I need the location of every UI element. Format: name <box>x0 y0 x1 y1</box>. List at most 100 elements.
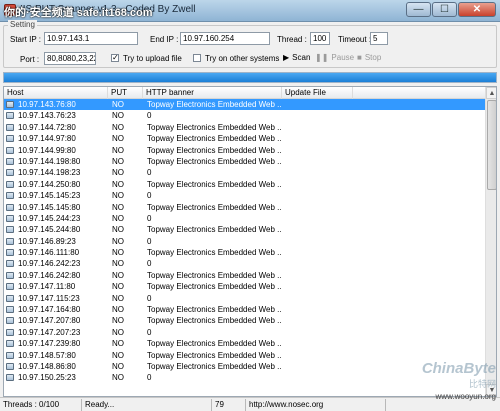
results-table[interactable]: Host PUT HTTP banner Update File 10.97.1… <box>3 86 497 397</box>
table-header: Host PUT HTTP banner Update File <box>4 87 485 99</box>
thread-input[interactable]: 100 <box>310 32 330 45</box>
table-row[interactable]: 10.97.144.99:80 NO Topway Electronics Embe… <box>4 145 485 156</box>
table-row[interactable]: 10.97.145.244:80 NO Topway Electronics Emb… <box>4 224 485 235</box>
host-icon <box>6 214 14 222</box>
cell-host: 10.97.145.145:80 <box>18 202 81 212</box>
upload-label[interactable]: Try to upload file <box>123 54 182 63</box>
window-client: Setting Start IP : 10.97.143.1 End IP : … <box>0 20 500 411</box>
port-input[interactable]: 80,8080,23,22 <box>44 52 96 65</box>
scrollbar-thumb[interactable] <box>487 100 496 190</box>
cell-http-banner: 0 <box>147 373 152 383</box>
cell-http-banner: 0 <box>147 111 152 121</box>
cell-host: 10.97.146.89:23 <box>18 236 76 246</box>
progress-fill <box>4 73 496 82</box>
vertical-scrollbar[interactable]: ▲ ▼ <box>485 87 496 396</box>
host-icon <box>6 203 14 211</box>
cell-host: 10.97.147.164:80 <box>18 305 81 315</box>
table-row[interactable]: 10.97.147.115:23 NO 0 <box>4 293 485 304</box>
cell-http-banner: Topway Electronics Embedded Web ... <box>147 350 281 360</box>
table-row[interactable]: 10.97.144.198:23 NO 0 <box>4 167 485 178</box>
table-row[interactable]: 10.97.146.242:23 NO 0 <box>4 258 485 269</box>
table-row[interactable]: 10.97.146.242:80 NO Topway Electronics Emb… <box>4 270 485 281</box>
start-ip-input[interactable]: 10.97.143.1 <box>44 32 138 45</box>
start-ip-label: Start IP : <box>10 35 41 44</box>
minimize-button[interactable]: — <box>406 2 431 17</box>
table-row[interactable]: 10.97.146.89:23 NO 0 <box>4 236 485 247</box>
table-row[interactable]: 10.97.147.164:80 NO Topway Electronics Emb… <box>4 304 485 315</box>
cell-host: 10.97.143.76:80 <box>18 100 76 109</box>
header-host[interactable]: Host <box>4 87 108 99</box>
stop-button[interactable]: ■ Stop <box>357 53 381 62</box>
table-row[interactable]: 10.97.145.145:23 NO 0 <box>4 190 485 201</box>
cell-http-banner: 0 <box>147 259 152 269</box>
cell-put: NO <box>112 202 124 212</box>
host-icon <box>6 135 14 143</box>
header-update-file[interactable]: Update File <box>282 87 353 99</box>
cell-put: NO <box>112 156 124 166</box>
status-url[interactable]: http://www.nosec.org <box>246 399 386 411</box>
cell-update-file <box>286 213 352 224</box>
cell-update-file <box>286 304 352 315</box>
table-row[interactable]: 10.97.144.250:80 NO Topway Electronics Emb… <box>4 179 485 190</box>
cell-put: NO <box>112 191 124 201</box>
other-systems-checkbox[interactable] <box>193 54 201 62</box>
table-row[interactable]: 10.97.147.239:80 NO Topway Electronics Emb… <box>4 338 485 349</box>
cell-put: NO <box>112 111 124 121</box>
table-row[interactable]: 10.97.148.86:80 NO Topway Electronics Embe… <box>4 361 485 372</box>
table-row[interactable]: 10.97.144.198:80 NO Topway Electronics Emb… <box>4 156 485 167</box>
table-row[interactable]: 10.97.147.207:23 NO 0 <box>4 327 485 338</box>
title-bar[interactable]: IIS PUT Scanner v1.3 - Coded By Zwell 你的… <box>0 0 500 22</box>
other-systems-label[interactable]: Try on other systems <box>205 54 279 63</box>
table-row[interactable]: 10.97.145.244:23 NO 0 <box>4 213 485 224</box>
table-row[interactable]: 10.97.147.11:80 NO Topway Electronics Embe… <box>4 281 485 292</box>
cell-update-file <box>286 361 352 372</box>
host-icon <box>6 317 14 325</box>
cell-http-banner: 0 <box>147 191 152 201</box>
table-row[interactable]: 10.97.143.76:80 NO Topway Electronics Embe… <box>4 99 485 111</box>
cell-update-file <box>286 350 352 361</box>
cell-put: NO <box>112 327 124 337</box>
host-icon <box>6 157 14 165</box>
scan-button[interactable]: ▶ Scan <box>283 53 310 62</box>
cell-update-file <box>286 224 352 235</box>
table-row[interactable]: 10.97.144.72:80 NO Topway Electronics Embe… <box>4 122 485 133</box>
cell-update-file <box>286 122 352 133</box>
scroll-down-arrow-icon[interactable]: ▼ <box>486 384 496 396</box>
pause-button[interactable]: ❚❚ Pause <box>315 53 354 62</box>
table-row[interactable]: 10.97.146.111:80 NO Topway Electronics Emb… <box>4 247 485 258</box>
cell-host: 10.97.144.99:80 <box>18 145 76 155</box>
cell-host: 10.97.144.97:80 <box>18 134 76 144</box>
scroll-up-arrow-icon[interactable]: ▲ <box>486 87 496 99</box>
cell-put: NO <box>112 145 124 155</box>
header-http-banner[interactable]: HTTP banner <box>143 87 282 99</box>
cell-http-banner: 0 <box>147 236 152 246</box>
status-threads: Threads : 0/100 <box>0 399 82 411</box>
cell-host: 10.97.148.86:80 <box>18 361 76 371</box>
timeout-input[interactable]: 5 <box>370 32 388 45</box>
end-ip-input[interactable]: 10.97.160.254 <box>180 32 270 45</box>
maximize-button[interactable]: ☐ <box>432 2 457 17</box>
cell-update-file <box>286 270 352 281</box>
table-row[interactable]: 10.97.145.145:80 NO Topway Electronics Emb… <box>4 202 485 213</box>
site-watermark: 你的·安全频道 safe.it168.com <box>4 7 153 19</box>
cell-http-banner: 0 <box>147 293 152 303</box>
cell-update-file <box>286 133 352 144</box>
cell-http-banner: Topway Electronics Embedded Web ... <box>147 248 281 258</box>
cell-http-banner: Topway Electronics Embedded Web ... <box>147 134 281 144</box>
header-put[interactable]: PUT <box>108 87 143 99</box>
host-icon <box>6 362 14 370</box>
host-icon <box>6 260 14 268</box>
table-row[interactable]: 10.97.143.76:23 NO 0 <box>4 110 485 121</box>
cell-host: 10.97.147.11:80 <box>18 282 76 292</box>
cell-update-file <box>286 99 352 110</box>
cell-update-file <box>286 110 352 121</box>
cell-put: NO <box>112 293 124 303</box>
table-row[interactable]: 10.97.148.57:80 NO Topway Electronics Embe… <box>4 350 485 361</box>
upload-checkbox[interactable]: ✓ <box>111 54 119 62</box>
close-button[interactable]: ✕ <box>458 2 496 17</box>
table-row[interactable]: 10.97.144.97:80 NO Topway Electronics Embe… <box>4 133 485 144</box>
cell-host: 10.97.147.115:23 <box>18 293 80 303</box>
host-icon <box>6 294 14 302</box>
table-row[interactable]: 10.97.147.207:80 NO Topway Electronics Emb… <box>4 315 485 326</box>
table-row[interactable]: 10.97.150.25:23 NO 0 <box>4 372 485 383</box>
